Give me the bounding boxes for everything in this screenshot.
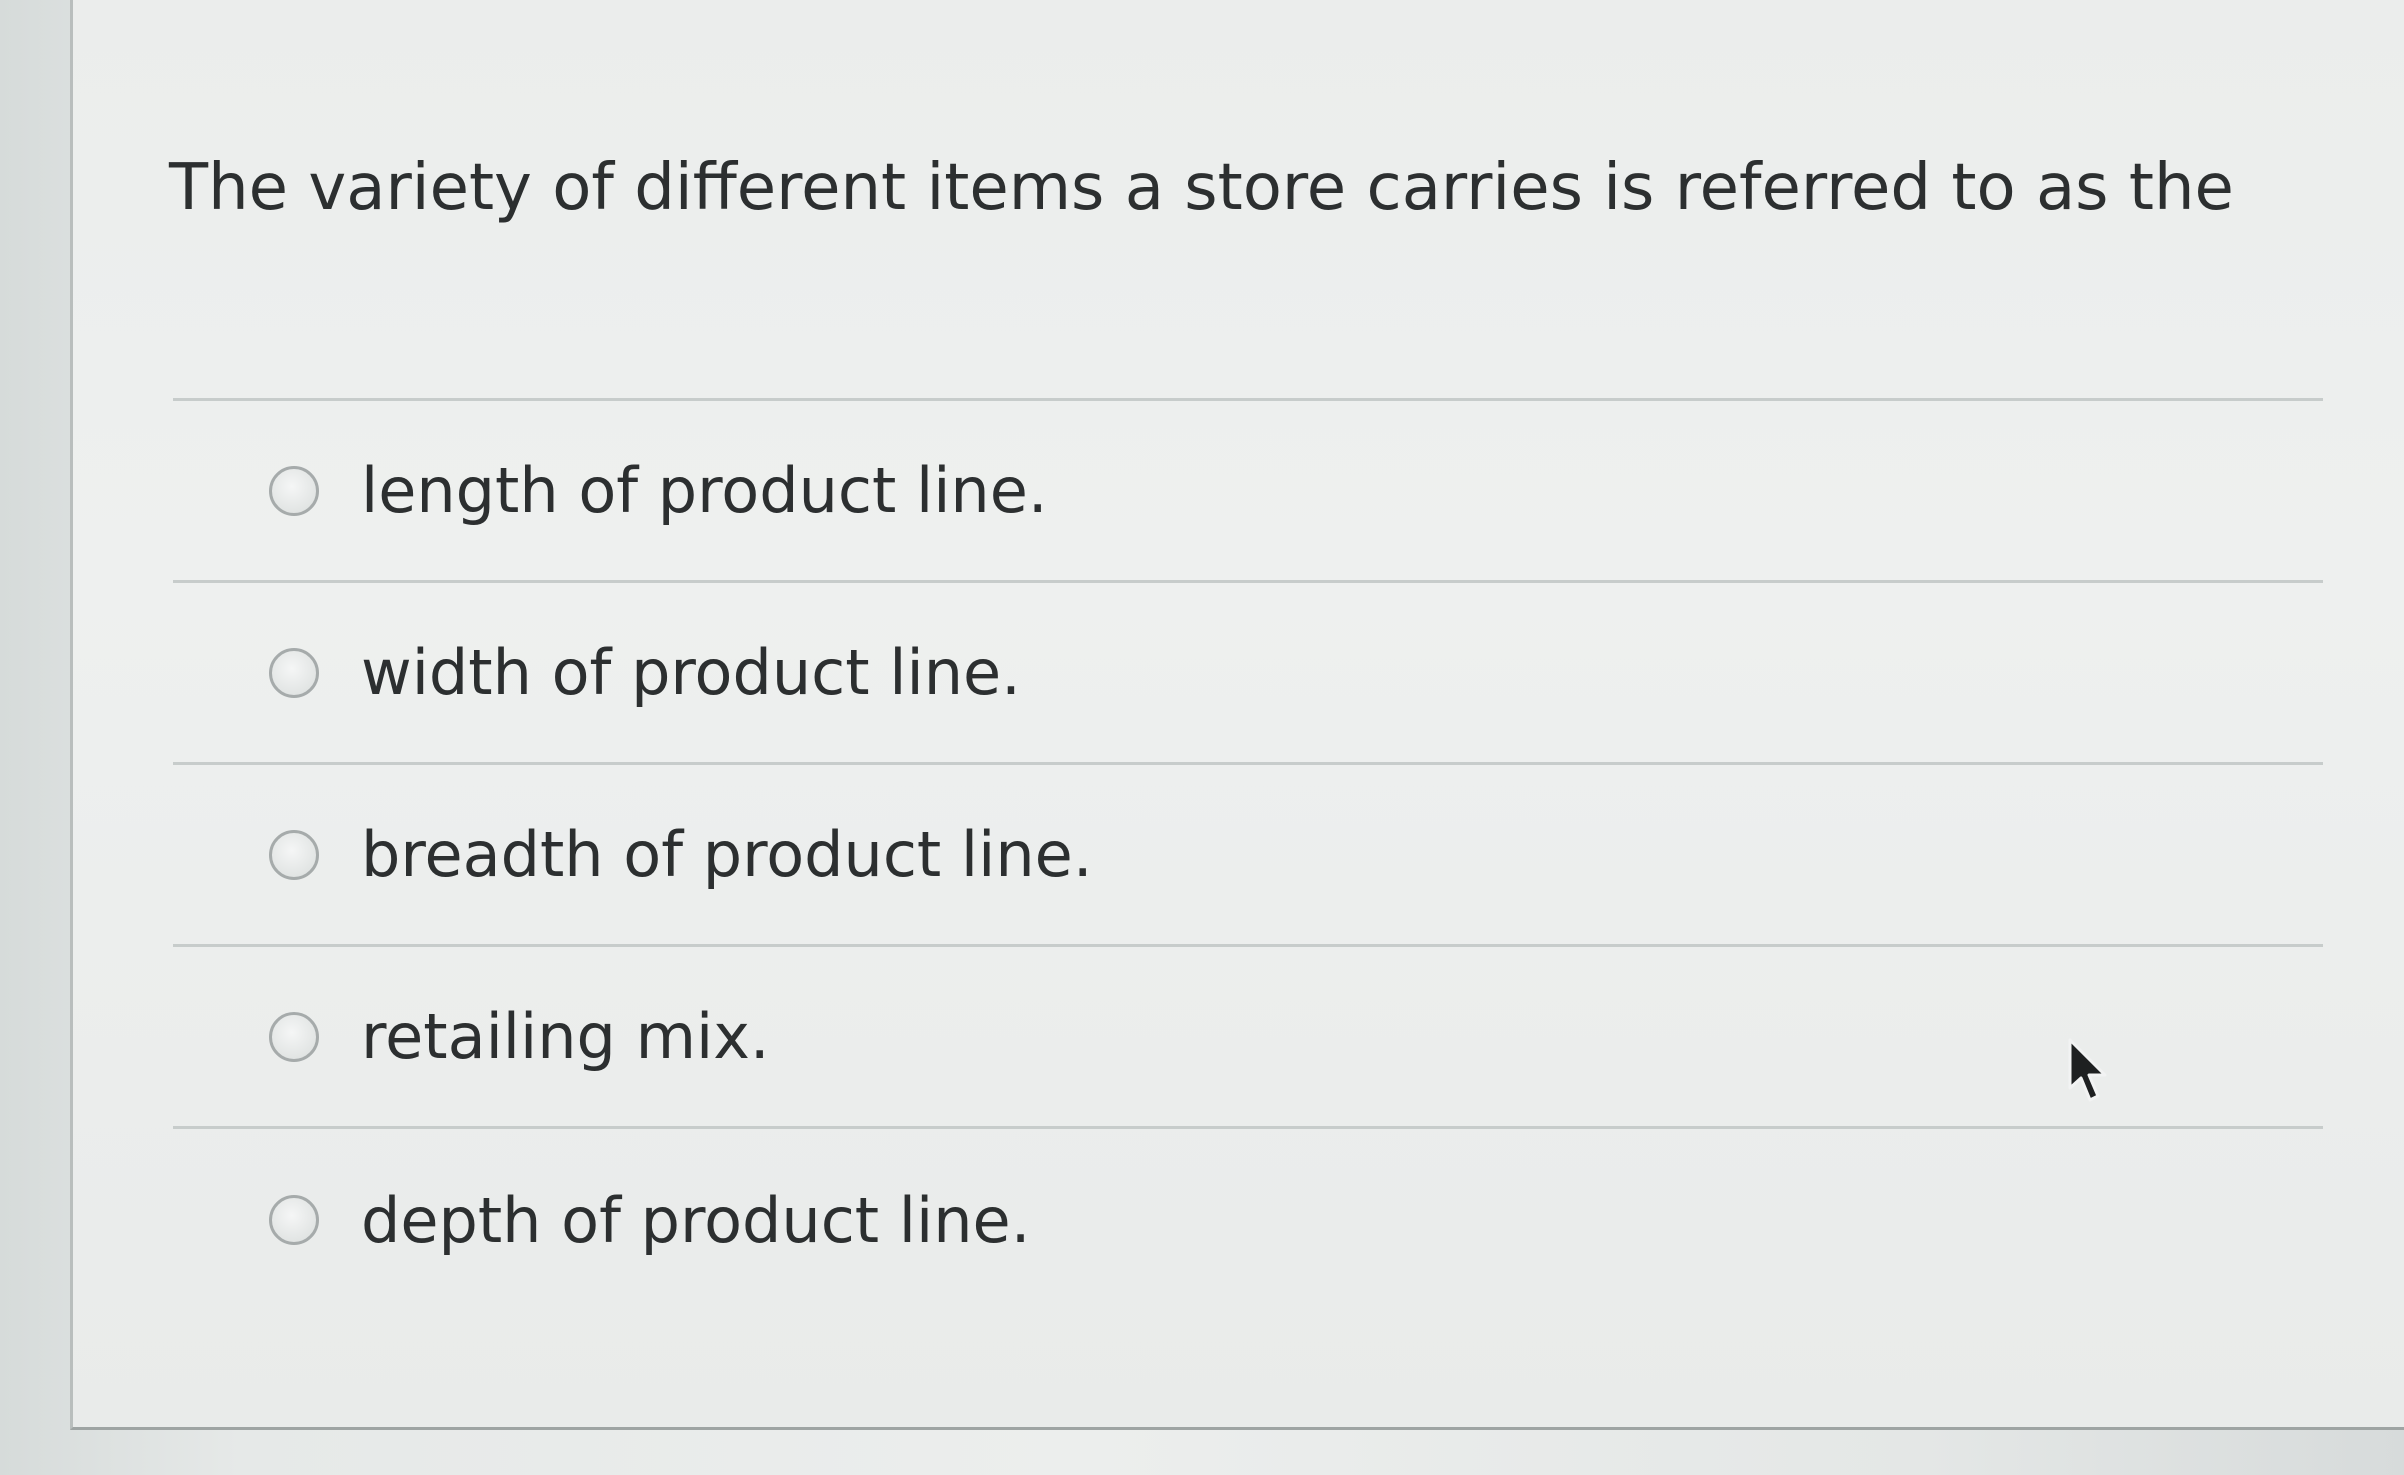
- answer-option-label: width of product line.: [361, 636, 1021, 709]
- question-card: The variety of different items a store c…: [70, 0, 2404, 1430]
- radio-button-icon[interactable]: [269, 647, 319, 698]
- answer-option[interactable]: depth of product line.: [173, 1129, 2323, 1311]
- radio-button-icon[interactable]: [269, 829, 319, 880]
- answer-option-label: length of product line.: [361, 454, 1048, 527]
- answer-option-label: breadth of product line.: [361, 818, 1093, 891]
- radio-button-icon[interactable]: [269, 1011, 319, 1062]
- answer-option-label: retailing mix.: [361, 1000, 770, 1073]
- answer-option-label: depth of product line.: [361, 1183, 1031, 1257]
- radio-button-icon[interactable]: [269, 465, 319, 516]
- radio-button-icon[interactable]: [269, 1195, 319, 1245]
- mouse-pointer-icon: [2068, 1038, 2107, 1102]
- answer-options: length of product line. width of product…: [173, 398, 2323, 1311]
- answer-option[interactable]: retailing mix.: [173, 947, 2323, 1129]
- answer-option[interactable]: width of product line.: [173, 583, 2323, 765]
- question-text: The variety of different items a store c…: [169, 151, 2234, 225]
- answer-option[interactable]: breadth of product line.: [173, 765, 2323, 947]
- answer-option[interactable]: length of product line.: [173, 401, 2323, 583]
